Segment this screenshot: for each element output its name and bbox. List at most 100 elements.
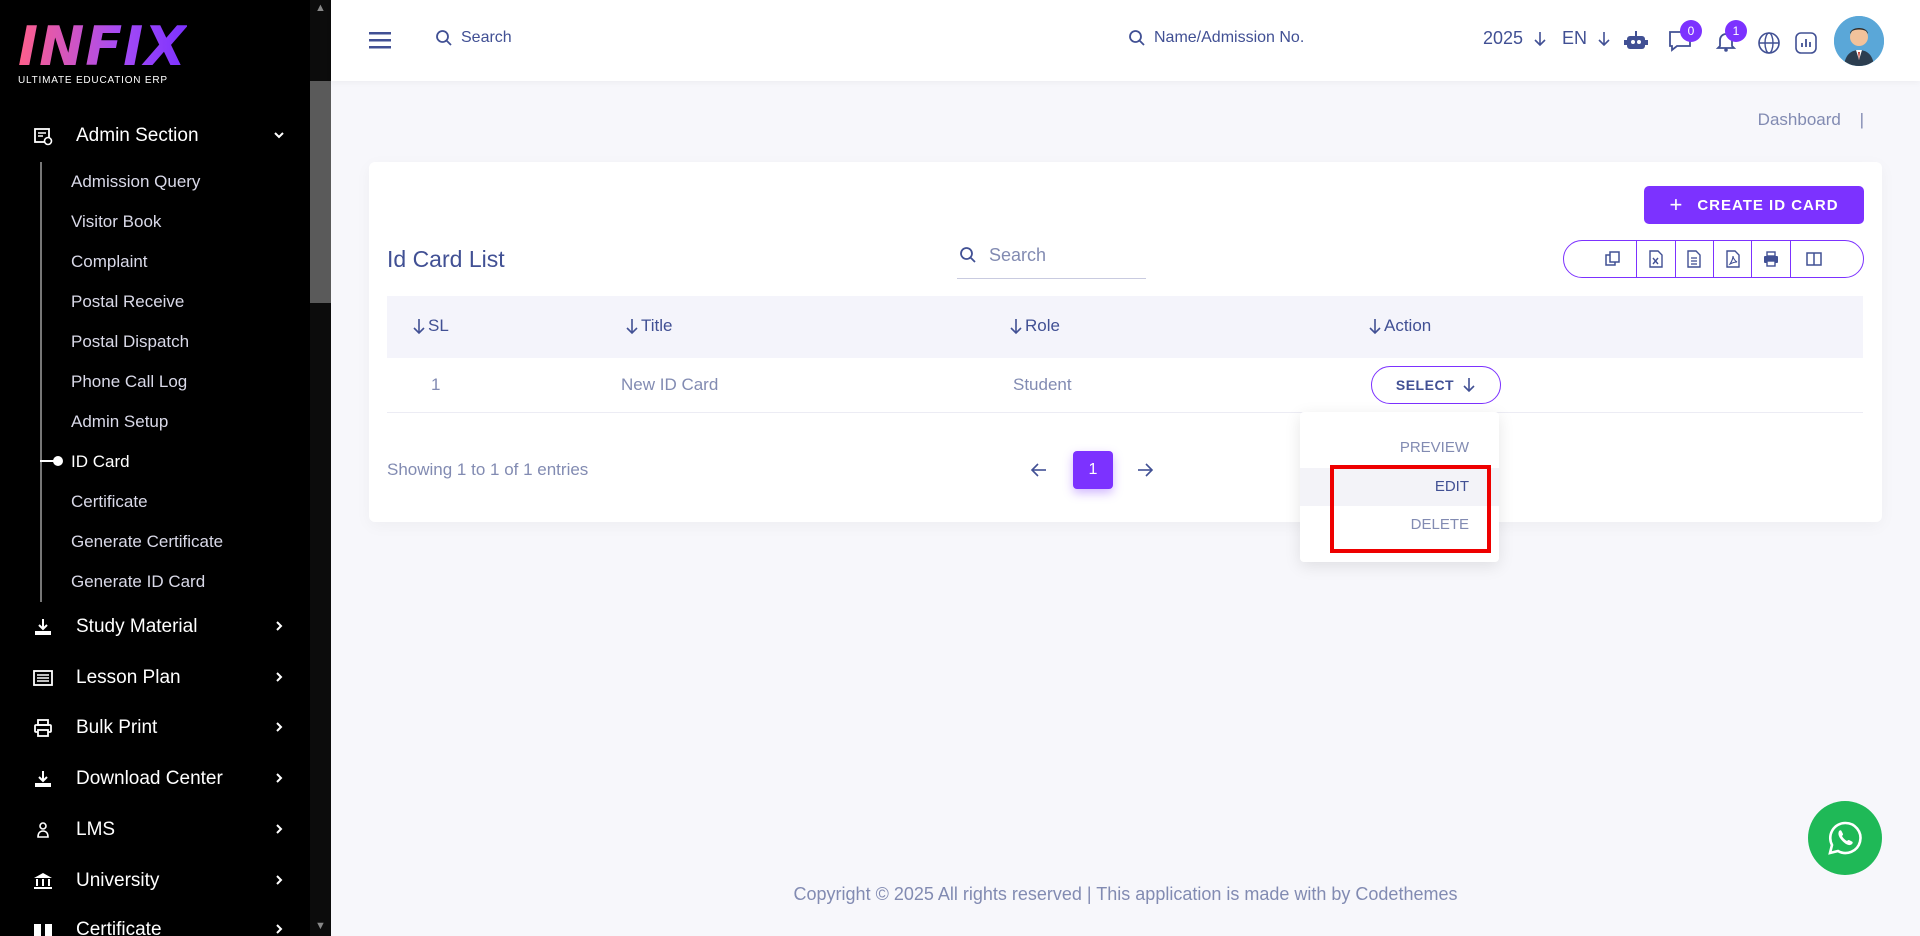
search-icon: [960, 247, 976, 263]
book-icon: [32, 919, 54, 936]
cell-role: Student: [1013, 375, 1072, 394]
export-buttons: [1563, 240, 1864, 278]
sidebar-item-lesson-plan[interactable]: Lesson Plan: [0, 658, 300, 698]
download-icon: [32, 768, 54, 790]
chevron-right-icon: [276, 672, 283, 682]
pdf-icon: [1726, 250, 1740, 268]
whatsapp-button[interactable]: [1808, 801, 1882, 875]
submenu-line: [40, 162, 42, 602]
table-row: 1 New ID Card Student: [387, 358, 1863, 413]
globe-icon[interactable]: [1756, 30, 1782, 56]
scroll-up-icon[interactable]: ▲: [314, 2, 327, 14]
notifications-badge: 1: [1725, 20, 1747, 42]
highlight-box: [1330, 465, 1491, 553]
plus-icon: +: [1669, 192, 1684, 217]
sidebar-item-visitor-book[interactable]: Visitor Book: [71, 208, 161, 236]
brand-logo[interactable]: INFIX ULTIMATE EDUCATION ERP: [18, 20, 187, 87]
arrow-left-icon[interactable]: [1030, 459, 1048, 481]
sidebar-item-postal-receive[interactable]: Postal Receive: [71, 288, 184, 316]
chevron-right-icon: [276, 773, 283, 783]
copy-button[interactable]: [1564, 241, 1638, 277]
print-button[interactable]: [1752, 241, 1791, 277]
page-number-current[interactable]: 1: [1073, 451, 1113, 489]
sidebar-item-download-center[interactable]: Download Center: [0, 759, 300, 799]
scrollbar-thumb[interactable]: [310, 81, 331, 303]
sidebar-item-generate-certificate[interactable]: Generate Certificate: [71, 528, 223, 556]
sidebar-item-study-material[interactable]: Study Material: [0, 607, 300, 647]
column-header-action[interactable]: Action: [1368, 316, 1431, 336]
list-icon: [32, 667, 54, 689]
select-action-button[interactable]: SELECT: [1371, 366, 1501, 404]
breadcrumb-separator: |: [1859, 110, 1864, 129]
sidebar-item-admin-setup[interactable]: Admin Setup: [71, 408, 168, 436]
column-header-sl[interactable]: SL: [412, 316, 449, 336]
create-id-card-label: CREATE ID CARD: [1697, 196, 1839, 214]
breadcrumb: Dashboard |: [1758, 110, 1864, 130]
chevron-right-icon: [276, 722, 283, 732]
arrow-down-icon: [1598, 31, 1610, 46]
sidebar-item-certificate-section[interactable]: Certificate: [0, 910, 300, 936]
language-select[interactable]: EN: [1562, 28, 1611, 49]
chevron-right-icon: [276, 875, 283, 885]
sidebar-item-label: Lesson Plan: [76, 667, 181, 688]
table-search-placeholder: Search: [989, 244, 1047, 265]
sidebar-item-bulk-print[interactable]: Bulk Print: [0, 708, 300, 748]
messages-badge: 0: [1680, 20, 1702, 42]
copy-icon: [1605, 251, 1620, 266]
column-header-role[interactable]: Role: [1009, 316, 1060, 336]
stats-icon[interactable]: [1793, 30, 1819, 56]
sidebar-item-admin-section[interactable]: Admin Section: [0, 116, 300, 156]
year-select[interactable]: 2025: [1483, 28, 1547, 49]
cell-sl: 1: [431, 375, 441, 394]
columns-button[interactable]: [1791, 241, 1863, 277]
language-value: EN: [1562, 28, 1588, 48]
menu-search[interactable]: Search: [435, 29, 512, 47]
sidebar-item-complaint[interactable]: Complaint: [71, 248, 148, 276]
sidebar-item-lms[interactable]: LMS: [0, 810, 300, 850]
arrow-down-icon: [1534, 31, 1546, 46]
column-header-label: Title: [641, 316, 673, 335]
sort-icon: [626, 319, 638, 335]
table-header: SL Title Role Action: [387, 296, 1863, 358]
dropdown-item-preview[interactable]: PREVIEW: [1400, 439, 1469, 456]
sidebar-item-label: Download Center: [76, 768, 223, 789]
student-search[interactable]: Name/Admission No.: [1128, 29, 1304, 47]
sidebar-item-admission-query[interactable]: Admission Query: [71, 168, 200, 196]
columns-icon: [1806, 252, 1822, 266]
create-id-card-button[interactable]: + CREATE ID CARD: [1644, 186, 1864, 224]
robot-icon[interactable]: [1623, 28, 1649, 54]
sidebar-item-university[interactable]: University: [0, 861, 300, 901]
sidebar-item-label: LMS: [76, 819, 116, 840]
printer-icon: [1764, 251, 1779, 267]
whatsapp-icon: [1828, 821, 1862, 855]
top-header: Search Name/Admission No. 2025 EN 0 1: [331, 0, 1920, 81]
chevron-right-icon: [276, 621, 283, 631]
sidebar-item-certificate[interactable]: Certificate: [71, 488, 148, 516]
search-icon: [436, 30, 452, 46]
sidebar-item-generate-id-card[interactable]: Generate ID Card: [71, 568, 205, 596]
student-search-label: Name/Admission No.: [1154, 29, 1305, 46]
excel-icon: [1649, 250, 1663, 268]
arrow-right-icon[interactable]: [1136, 459, 1154, 481]
brand-tagline: ULTIMATE EDUCATION ERP: [18, 75, 168, 86]
hamburger-menu-icon[interactable]: [369, 30, 391, 50]
scroll-down-icon[interactable]: ▼: [314, 920, 327, 932]
column-header-title[interactable]: Title: [625, 316, 673, 336]
entries-info: Showing 1 to 1 of 1 entries: [387, 460, 589, 479]
sidebar-item-phone-call-log[interactable]: Phone Call Log: [71, 368, 187, 396]
sidebar-item-id-card[interactable]: ID Card: [71, 448, 130, 476]
table-search-input[interactable]: Search: [957, 232, 1146, 279]
avatar[interactable]: [1834, 16, 1884, 66]
csv-icon: [1687, 250, 1701, 268]
chevron-down-icon: [274, 132, 284, 139]
sidebar-item-label: Bulk Print: [76, 717, 158, 738]
sidebar-scrollbar[interactable]: ▲ ▼: [310, 0, 331, 936]
admin-icon: [32, 125, 54, 147]
footer-copyright: Copyright © 2025 All rights reserved | T…: [793, 884, 1458, 904]
pdf-button[interactable]: [1714, 241, 1753, 277]
excel-button[interactable]: [1637, 241, 1676, 277]
lms-icon: [32, 819, 54, 841]
sidebar-item-postal-dispatch[interactable]: Postal Dispatch: [71, 328, 189, 356]
csv-button[interactable]: [1676, 241, 1715, 277]
breadcrumb-dashboard[interactable]: Dashboard: [1758, 110, 1841, 129]
